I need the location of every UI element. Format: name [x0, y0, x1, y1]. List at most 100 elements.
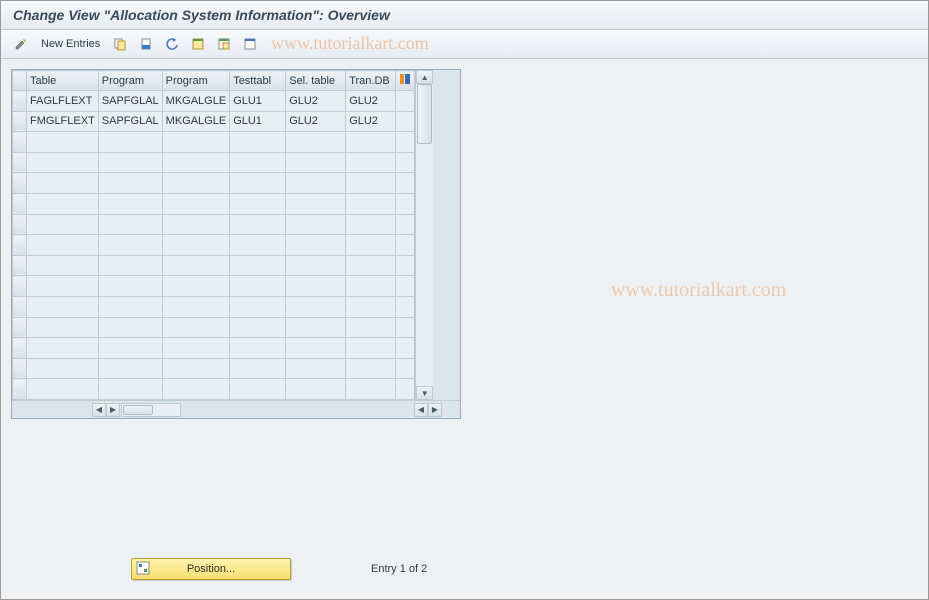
row-selector[interactable]	[13, 173, 27, 194]
toggle-change-icon[interactable]	[11, 34, 31, 54]
scroll-right2-icon[interactable]: ▶	[428, 403, 442, 417]
scroll-track[interactable]	[416, 84, 433, 386]
table-row[interactable]: FAGLFLEXTSAPFGLALMKGALGLEGLU1GLU2GLU2	[13, 91, 415, 112]
cell-empty[interactable]	[98, 358, 162, 379]
row-selector[interactable]	[13, 132, 27, 153]
scroll-left2-icon[interactable]: ◀	[414, 403, 428, 417]
col-header[interactable]: Testtabl	[230, 71, 286, 91]
scroll-down-icon[interactable]: ▼	[416, 386, 433, 400]
new-entries-button[interactable]: New Entries	[37, 36, 104, 52]
cell-empty[interactable]	[286, 338, 346, 359]
cell-empty[interactable]	[346, 214, 396, 235]
cell-empty[interactable]	[346, 338, 396, 359]
select-block-icon[interactable]	[214, 34, 234, 54]
cell-empty[interactable]	[162, 276, 230, 297]
cell-empty[interactable]	[230, 379, 286, 400]
cell-empty[interactable]	[98, 214, 162, 235]
cell-empty[interactable]	[286, 276, 346, 297]
cell-empty[interactable]	[286, 296, 346, 317]
cell-empty[interactable]	[346, 152, 396, 173]
cell-empty[interactable]	[27, 276, 99, 297]
cell[interactable]: SAPFGLAL	[98, 91, 162, 112]
cell-empty[interactable]	[230, 235, 286, 256]
cell[interactable]: GLU1	[230, 111, 286, 132]
cell-empty[interactable]	[346, 358, 396, 379]
hscroll-track[interactable]	[121, 403, 181, 417]
table-row-empty[interactable]	[13, 338, 415, 359]
cell-empty[interactable]	[346, 235, 396, 256]
horizontal-scrollbar[interactable]: ◀ ▶ ◀ ▶	[12, 400, 460, 418]
cell-empty[interactable]	[230, 193, 286, 214]
cell-empty[interactable]	[27, 193, 99, 214]
row-selector[interactable]	[13, 91, 27, 112]
row-selector[interactable]	[13, 152, 27, 173]
cell-empty[interactable]	[162, 214, 230, 235]
table-row-empty[interactable]	[13, 132, 415, 153]
cell-empty[interactable]	[98, 317, 162, 338]
cell-empty[interactable]	[98, 338, 162, 359]
cell-empty[interactable]	[346, 296, 396, 317]
cell-empty[interactable]	[230, 173, 286, 194]
row-selector[interactable]	[13, 358, 27, 379]
cell[interactable]: FAGLFLEXT	[27, 91, 99, 112]
cell[interactable]: FMGLFLEXT	[27, 111, 99, 132]
cell-empty[interactable]	[162, 152, 230, 173]
cell-empty[interactable]	[286, 358, 346, 379]
table-row-empty[interactable]	[13, 276, 415, 297]
cell-empty[interactable]	[162, 235, 230, 256]
cell[interactable]: GLU2	[286, 111, 346, 132]
cell-empty[interactable]	[98, 379, 162, 400]
cell-empty[interactable]	[98, 255, 162, 276]
cell-empty[interactable]	[98, 193, 162, 214]
delete-icon[interactable]	[136, 34, 156, 54]
row-selector[interactable]	[13, 317, 27, 338]
cell-empty[interactable]	[98, 276, 162, 297]
cell-empty[interactable]	[286, 152, 346, 173]
copy-as-icon[interactable]	[110, 34, 130, 54]
deselect-all-icon[interactable]	[240, 34, 260, 54]
cell[interactable]: GLU2	[346, 91, 396, 112]
hscroll-thumb[interactable]	[123, 405, 153, 415]
table-row-empty[interactable]	[13, 152, 415, 173]
cell[interactable]: GLU2	[346, 111, 396, 132]
cell-empty[interactable]	[98, 235, 162, 256]
cell-empty[interactable]	[27, 317, 99, 338]
cell-empty[interactable]	[162, 338, 230, 359]
table-row[interactable]: FMGLFLEXTSAPFGLALMKGALGLEGLU1GLU2GLU2	[13, 111, 415, 132]
col-header[interactable]: Sel. table	[286, 71, 346, 91]
cell-empty[interactable]	[162, 132, 230, 153]
cell-empty[interactable]	[230, 255, 286, 276]
row-selector[interactable]	[13, 193, 27, 214]
cell-empty[interactable]	[286, 173, 346, 194]
cell-empty[interactable]	[286, 379, 346, 400]
scroll-left-icon[interactable]: ◀	[92, 403, 106, 417]
row-selector[interactable]	[13, 214, 27, 235]
cell-empty[interactable]	[162, 173, 230, 194]
cell-empty[interactable]	[346, 276, 396, 297]
row-selector[interactable]	[13, 338, 27, 359]
cell[interactable]: MKGALGLE	[162, 111, 230, 132]
cell[interactable]: GLU1	[230, 91, 286, 112]
cell-empty[interactable]	[230, 152, 286, 173]
cell-empty[interactable]	[162, 379, 230, 400]
cell-empty[interactable]	[230, 132, 286, 153]
scroll-up-icon[interactable]: ▲	[416, 70, 433, 84]
cell-empty[interactable]	[346, 132, 396, 153]
row-selector[interactable]	[13, 111, 27, 132]
row-selector[interactable]	[13, 255, 27, 276]
cell-empty[interactable]	[98, 173, 162, 194]
cell[interactable]: SAPFGLAL	[98, 111, 162, 132]
cell-empty[interactable]	[27, 338, 99, 359]
row-selector[interactable]	[13, 276, 27, 297]
table-row-empty[interactable]	[13, 358, 415, 379]
cell-empty[interactable]	[162, 193, 230, 214]
cell-empty[interactable]	[286, 214, 346, 235]
table-row-empty[interactable]	[13, 214, 415, 235]
table-row-empty[interactable]	[13, 193, 415, 214]
cell-empty[interactable]	[27, 152, 99, 173]
cell-empty[interactable]	[27, 358, 99, 379]
col-header[interactable]: Table	[27, 71, 99, 91]
cell-empty[interactable]	[27, 255, 99, 276]
cell-empty[interactable]	[98, 296, 162, 317]
undo-change-icon[interactable]	[162, 34, 182, 54]
